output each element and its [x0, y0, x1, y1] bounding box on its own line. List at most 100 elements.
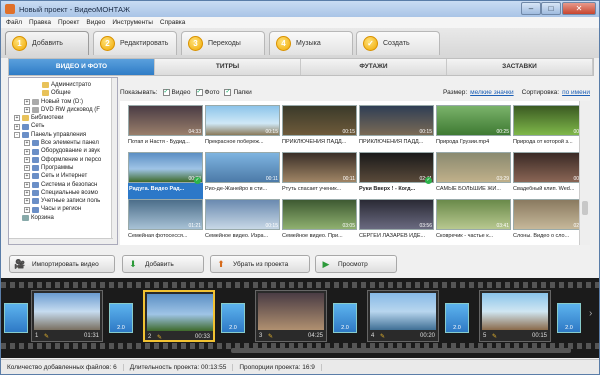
- expand-toggle[interactable]: +: [24, 173, 30, 180]
- transition-block[interactable]: 2.0: [333, 303, 357, 333]
- expand-toggle[interactable]: +: [24, 206, 30, 213]
- media-thumbnail[interactable]: 00:11 Рио-де-Жанейро в сти...: [205, 152, 280, 200]
- transition-block[interactable]: 2.0: [445, 303, 469, 333]
- close-button[interactable]: ✕: [562, 2, 596, 15]
- expand-toggle[interactable]: +: [14, 115, 20, 122]
- step-tab[interactable]: 3 Переходы: [181, 31, 265, 55]
- tree-item[interactable]: Общие: [9, 89, 117, 97]
- tree-item[interactable]: + Часы и регион: [9, 205, 117, 213]
- file-grid[interactable]: 04:33 Потап и Настя - Будид... 00:15 Прекра…: [120, 101, 590, 245]
- menu-item[interactable]: Правка: [29, 19, 51, 26]
- timeline-clip[interactable]: 3 ✎ 04:25: [255, 290, 327, 342]
- minimize-button[interactable]: –: [521, 2, 541, 15]
- step-tab[interactable]: 4 Музыка: [269, 31, 353, 55]
- timeline-clip[interactable]: 4 ✎ 00:20: [367, 290, 439, 342]
- expand-toggle[interactable]: +: [24, 190, 30, 196]
- media-thumbnail[interactable]: 00:15 ПРИКЛЮЧЕНИЯ ПАДД...: [359, 105, 434, 153]
- media-thumbnail[interactable]: 03:05 Семейное видео. При...: [282, 199, 357, 245]
- media-thumbnail[interactable]: 01:21 Семейная фотосесся...: [128, 199, 203, 245]
- media-thumbnail[interactable]: 03:41 Сковречик - частье к...: [436, 199, 511, 245]
- tree-item[interactable]: + Сеть и Интернет: [9, 172, 117, 180]
- chevron-right-icon[interactable]: ›: [589, 308, 592, 319]
- tree-item[interactable]: + Учетные записи поль: [9, 197, 117, 205]
- pencil-icon[interactable]: ✎: [44, 333, 49, 340]
- tree-item[interactable]: + DVD RW дисковод (F: [9, 106, 117, 114]
- tree-item[interactable]: Администрато: [9, 81, 117, 89]
- tree-scrollbar[interactable]: [111, 78, 117, 244]
- add-button[interactable]: ⬇ Добавить: [122, 255, 204, 273]
- media-thumbnail[interactable]: 00:15 Семейное видео. Изра...: [205, 199, 280, 245]
- tree-item[interactable]: - Панель управления: [9, 131, 117, 139]
- expand-toggle[interactable]: +: [24, 156, 30, 163]
- pencil-icon[interactable]: ✎: [492, 333, 497, 340]
- tree-hscrollbar[interactable]: [9, 238, 113, 244]
- media-thumbnail[interactable]: 00:23Природа от которой з...: [513, 105, 588, 153]
- remove-from-project-button[interactable]: ⬆ Убрать из проекта: [210, 255, 310, 273]
- media-thumbnail[interactable]: 00:11 Ртуть спасает ученик...: [282, 152, 357, 200]
- media-subtab[interactable]: ВИДЕО И ФОТО: [9, 59, 155, 75]
- media-thumbnail[interactable]: 00:15 ПРИКЛЮЧЕНИЯ ПАДД...: [282, 105, 357, 153]
- storyboard-timeline[interactable]: › 1 ✎ 01:31 2.0 2 ✎ 00:33 2.0 3 ✎ 04:25 2.0 4 ✎ 00:20 2…: [1, 278, 599, 358]
- expand-toggle[interactable]: +: [24, 98, 30, 105]
- sort-link[interactable]: по имени: [562, 89, 590, 96]
- tree-item[interactable]: + Специальные возмо: [9, 189, 117, 197]
- folders-checkbox[interactable]: ✓ Папки: [224, 88, 252, 96]
- photo-checkbox[interactable]: ✓ Фото: [195, 88, 219, 96]
- media-thumbnail[interactable]: 02:12Слоны. Видео о сло...: [513, 199, 588, 245]
- maximize-button[interactable]: □: [541, 2, 561, 15]
- expand-toggle[interactable]: +: [24, 181, 30, 188]
- pencil-icon[interactable]: ✎: [380, 333, 385, 340]
- transition-block[interactable]: 2.0: [221, 303, 245, 333]
- media-subtab[interactable]: ТИТРЫ: [155, 59, 301, 75]
- media-thumbnail[interactable]: 00:43Свадебный клип. Wed...: [513, 152, 588, 200]
- expand-toggle[interactable]: +: [24, 198, 30, 205]
- step-tab[interactable]: ✓ Создать: [356, 31, 440, 55]
- tree-item[interactable]: + Новый том (D:): [9, 98, 117, 106]
- transition-block[interactable]: [4, 303, 28, 333]
- folder-tree[interactable]: Администрато Общие + Новый том (D:) + DVD RW …: [8, 77, 118, 245]
- menu-item[interactable]: Видео: [86, 19, 105, 26]
- timeline-scrollbar[interactable]: [231, 348, 571, 353]
- media-subtab[interactable]: ЗАСТАВКИ: [447, 59, 593, 75]
- tree-item[interactable]: + Оформление и персо: [9, 156, 117, 164]
- pencil-icon[interactable]: ✎: [157, 334, 162, 341]
- preview-button[interactable]: ▶ Просмотр: [315, 255, 397, 273]
- expand-toggle[interactable]: +: [24, 148, 30, 155]
- pencil-icon[interactable]: ✎: [268, 333, 273, 340]
- tree-item[interactable]: + Сеть: [9, 122, 117, 130]
- media-thumbnail[interactable]: 00:33Радуга. Видео Рад...✓: [128, 152, 203, 200]
- tree-item[interactable]: + Программы: [9, 164, 117, 172]
- expand-toggle[interactable]: +: [14, 123, 20, 130]
- import-video-button[interactable]: 🎥 Импортировать видео: [9, 255, 115, 273]
- media-subtab[interactable]: ФУТАЖИ: [301, 59, 447, 75]
- menu-item[interactable]: Файл: [6, 19, 22, 26]
- media-thumbnail[interactable]: 00:15 Прекрасное побереж...: [205, 105, 280, 153]
- media-thumbnail[interactable]: 02:41Руки Вверх ! - Когд...✓: [359, 152, 434, 200]
- media-thumbnail[interactable]: 00:25 Природа Грузии.mp4: [436, 105, 511, 153]
- media-thumbnail[interactable]: 03:29 САМЫЕ БОЛЬШИЕ ЖИ...: [436, 152, 511, 200]
- timeline-clip[interactable]: 1 ✎ 01:31: [31, 290, 103, 342]
- expand-toggle[interactable]: +: [24, 140, 30, 147]
- video-checkbox[interactable]: ✓ Видео: [162, 88, 191, 96]
- media-thumbnail[interactable]: 04:33 Потап и Настя - Будид...: [128, 105, 203, 153]
- transition-block[interactable]: 2.0: [109, 303, 133, 333]
- size-link[interactable]: мелкие значки: [470, 89, 513, 96]
- grid-scroll-thumb[interactable]: [582, 201, 588, 215]
- step-tab[interactable]: 2 Редактировать: [93, 31, 177, 55]
- step-tab[interactable]: 1 Добавить: [5, 31, 89, 55]
- menu-item[interactable]: Инструменты: [112, 19, 153, 26]
- tree-item[interactable]: + Библиотеки: [9, 114, 117, 122]
- menu-item[interactable]: Проект: [58, 19, 79, 26]
- tree-item[interactable]: + Все элементы панел: [9, 139, 117, 147]
- timeline-clip[interactable]: 5 ✎ 00:15: [479, 290, 551, 342]
- tree-item[interactable]: + Система и безопасн: [9, 181, 117, 189]
- media-thumbnail[interactable]: 03:56 СЕРГЕЙ ЛАЗАРЕВ ИДЕ...: [359, 199, 434, 245]
- menu-item[interactable]: Справка: [160, 19, 186, 26]
- timeline-clip[interactable]: 2 ✎ 00:33: [143, 290, 215, 342]
- transition-block[interactable]: 2.0: [557, 303, 581, 333]
- tree-item[interactable]: + Оборудование и звук: [9, 147, 117, 155]
- expand-toggle[interactable]: +: [24, 107, 30, 114]
- tree-item[interactable]: Корзина: [9, 214, 117, 222]
- expand-toggle[interactable]: -: [14, 131, 20, 138]
- expand-toggle[interactable]: +: [24, 165, 30, 172]
